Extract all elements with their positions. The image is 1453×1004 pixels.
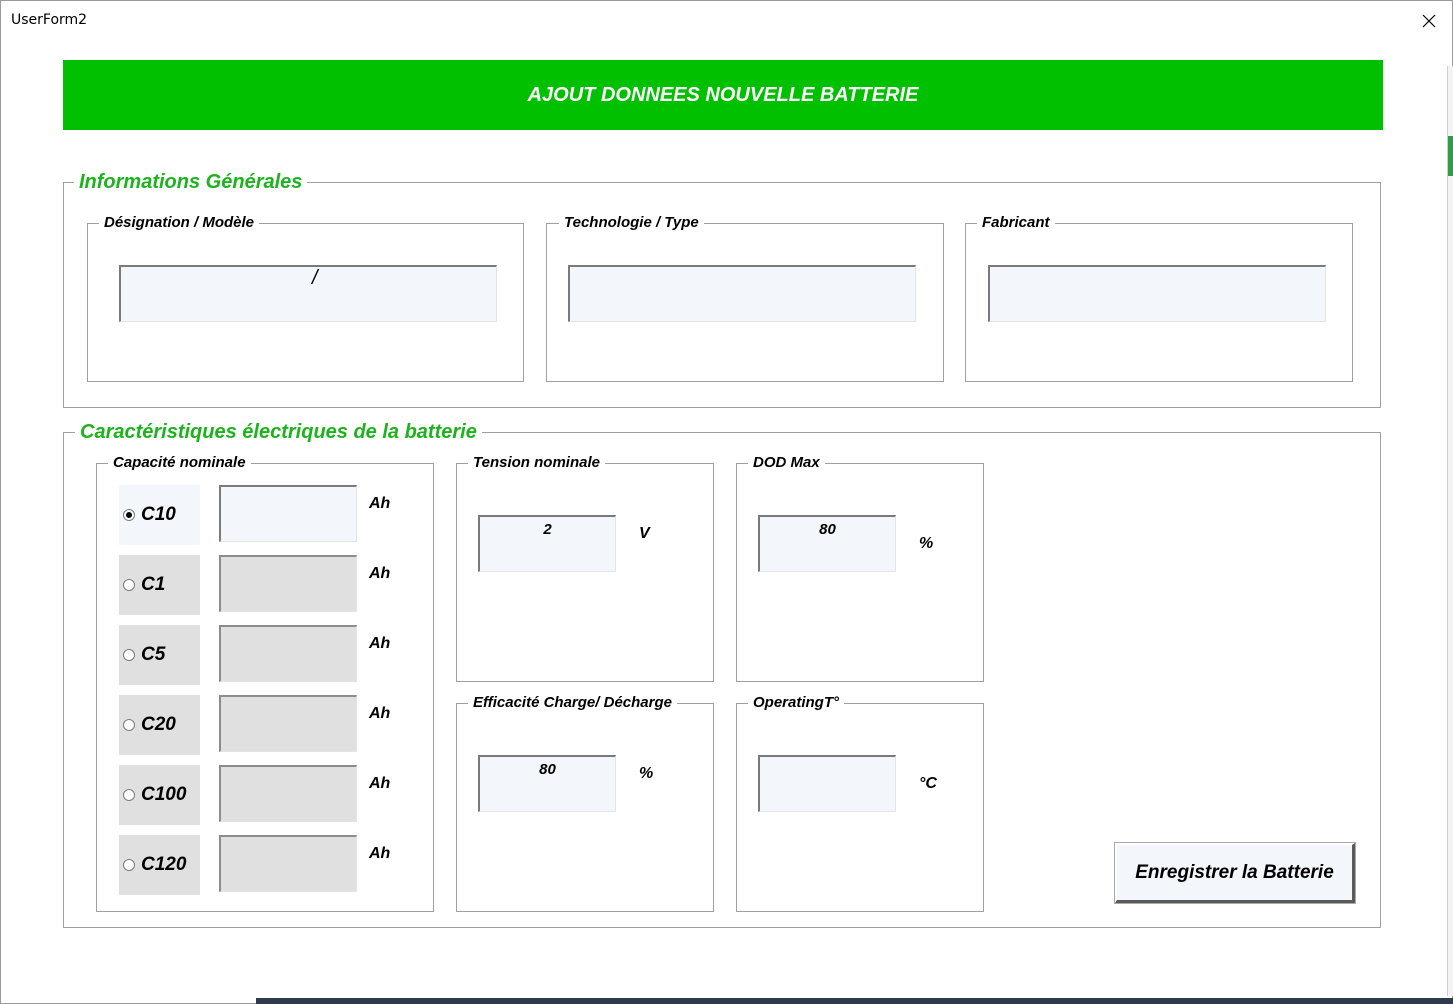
technologie-input[interactable] <box>568 265 916 322</box>
radio-c1[interactable]: C1 <box>119 555 200 615</box>
capacity-c10-unit: Ah <box>369 495 391 512</box>
efficacite-unit: % <box>639 765 654 782</box>
dod-unit: % <box>919 535 934 552</box>
radio-c100-label: C100 <box>141 784 187 805</box>
operating-label: OperatingT° <box>753 694 840 711</box>
efficacite-input[interactable]: 80 <box>478 755 616 812</box>
radio-c5-label: C5 <box>141 644 166 665</box>
dod-label: DOD Max <box>753 454 820 471</box>
technologie-label: Technologie / Type <box>564 214 699 231</box>
text-cursor: / <box>312 267 318 289</box>
capacity-label: Capacité nominale <box>113 454 246 471</box>
radio-indicator <box>123 649 135 661</box>
capacity-c20-input[interactable] <box>219 695 357 752</box>
capacity-c1-input[interactable] <box>219 555 357 612</box>
background-window-edge <box>1447 66 1453 996</box>
radio-c10[interactable]: C10 <box>119 485 200 545</box>
save-battery-button[interactable]: Enregistrer la Batterie <box>1115 843 1355 903</box>
radio-c100[interactable]: C100 <box>119 765 200 825</box>
background-taskbar-strip <box>256 998 1453 1004</box>
fabricant-label: Fabricant <box>982 214 1050 231</box>
radio-c5[interactable]: C5 <box>119 625 200 685</box>
radio-c10-label: C10 <box>141 504 176 525</box>
capacity-c5-unit: Ah <box>369 635 391 652</box>
capacity-c120-unit: Ah <box>369 845 391 862</box>
operating-input[interactable] <box>758 755 896 812</box>
radio-indicator <box>123 509 135 521</box>
capacity-c20-unit: Ah <box>369 705 391 722</box>
general-info-legend: Informations Générales <box>79 171 303 193</box>
background-window-accent <box>1448 136 1453 176</box>
radio-c20-label: C20 <box>141 714 176 735</box>
radio-indicator <box>123 859 135 871</box>
banner-title: AJOUT DONNEES NOUVELLE BATTERIE <box>527 83 919 106</box>
electrical-legend: Caractéristiques électriques de la batte… <box>80 421 477 443</box>
radio-c20[interactable]: C20 <box>119 695 200 755</box>
capacity-c100-input[interactable] <box>219 765 357 822</box>
designation-input[interactable] <box>119 265 497 322</box>
operating-unit: °C <box>919 775 937 792</box>
tension-label: Tension nominale <box>473 454 600 471</box>
userform-window: UserForm2 AJOUT DONNEES NOUVELLE BATTERI… <box>0 0 1453 1004</box>
capacity-c120-input[interactable] <box>219 835 357 892</box>
radio-indicator <box>123 789 135 801</box>
efficacite-label: Efficacité Charge/ Décharge <box>473 694 672 711</box>
fabricant-input[interactable] <box>988 265 1326 322</box>
close-button[interactable] <box>1406 1 1452 41</box>
title-bar: UserForm2 <box>1 1 1452 41</box>
window-title: UserForm2 <box>11 12 88 28</box>
capacity-c10-input[interactable] <box>219 485 357 542</box>
close-icon <box>1422 14 1436 28</box>
header-banner: AJOUT DONNEES NOUVELLE BATTERIE <box>63 60 1383 130</box>
radio-c120-label: C120 <box>141 854 187 875</box>
radio-c1-label: C1 <box>141 574 166 595</box>
tension-unit: V <box>639 525 650 542</box>
capacity-c100-unit: Ah <box>369 775 391 792</box>
radio-indicator <box>123 719 135 731</box>
capacity-c5-input[interactable] <box>219 625 357 682</box>
tension-input[interactable]: 2 <box>478 515 616 572</box>
radio-c120[interactable]: C120 <box>119 835 200 895</box>
dod-input[interactable]: 80 <box>758 515 896 572</box>
capacity-c1-unit: Ah <box>369 565 391 582</box>
designation-label: Désignation / Modèle <box>104 214 255 231</box>
radio-indicator <box>123 579 135 591</box>
